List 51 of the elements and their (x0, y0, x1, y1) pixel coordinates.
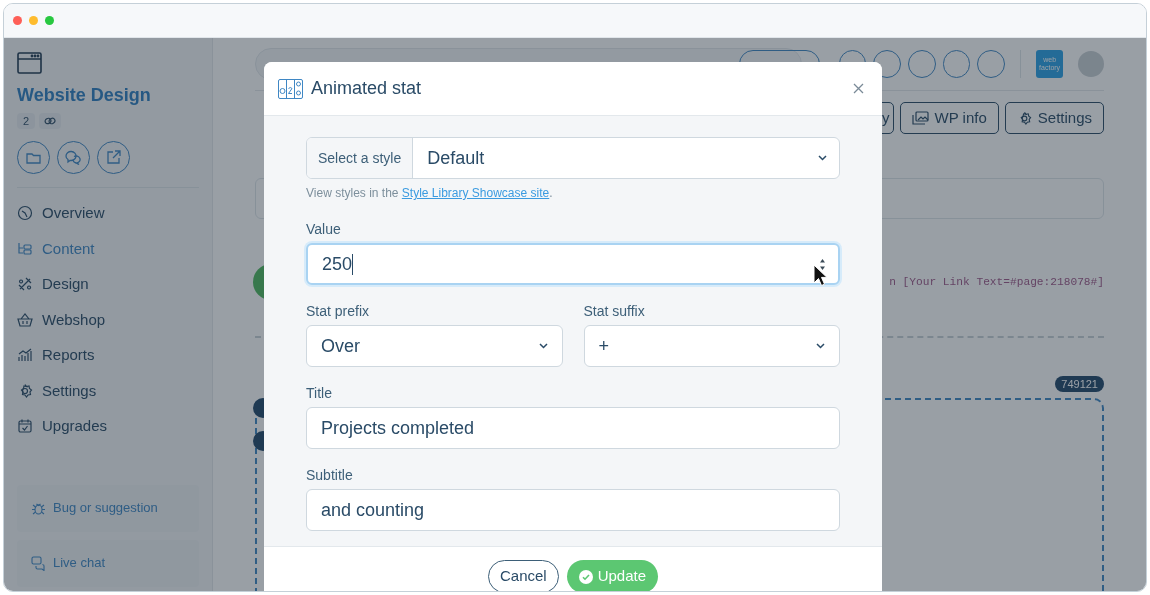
text-cursor (352, 253, 354, 275)
nav-item[interactable]: Webshop (17, 308, 199, 331)
toolbar-button[interactable]: Settings (1004, 102, 1104, 134)
help-text: View styles in the Style Library Showcase site. (306, 185, 554, 202)
field-label: Value (306, 220, 342, 239)
style-select[interactable]: Select a style Default (306, 137, 840, 179)
block-id-badge: 749121 (1055, 376, 1104, 392)
field-label: Title (306, 384, 333, 403)
field-label: Stat prefix (306, 302, 371, 321)
value-field[interactable]: 250 (306, 243, 840, 285)
chevron-down-icon (538, 343, 548, 349)
avatar[interactable] (1078, 50, 1105, 77)
chat-bubbles-icon (65, 150, 82, 165)
folder-icon (26, 151, 41, 164)
mouse-pointer-icon (813, 264, 828, 287)
counter-icon (278, 78, 303, 99)
prefix-select[interactable]: Over (306, 325, 563, 367)
tree-icon (17, 240, 33, 257)
nav-item[interactable]: Overview (17, 202, 199, 225)
external-link-icon (106, 150, 121, 165)
browser-window-icon (17, 52, 42, 74)
field-label: Stat suffix (583, 302, 646, 321)
chat-bubbles-icon (31, 555, 46, 571)
basket-icon (17, 311, 33, 328)
nav-item[interactable]: Upgrades (17, 415, 199, 438)
update-button[interactable]: Update (566, 560, 659, 591)
project-title: Website Design (17, 84, 152, 107)
cancel-button[interactable]: Cancel (487, 560, 559, 591)
nav-item[interactable]: Reports (17, 344, 199, 367)
nav-item[interactable]: Content (17, 237, 199, 260)
link-code: n [Your Link Text=#page:218078#] (889, 274, 1104, 290)
chevron-down-icon (816, 343, 825, 349)
nav-item[interactable]: Settings (17, 379, 199, 402)
images-icon (911, 111, 929, 125)
link-icon (44, 116, 57, 126)
nav-item[interactable]: Design (17, 273, 199, 296)
check-circle-icon (578, 569, 593, 584)
calendar-check-icon (17, 418, 33, 435)
count-badge: 2 (17, 113, 36, 129)
suffix-select[interactable]: + (583, 325, 840, 367)
chart-icon (17, 347, 33, 364)
chevron-down-icon (818, 155, 827, 161)
pencil-ruler-icon (17, 276, 33, 293)
link-badge[interactable] (39, 113, 62, 129)
close-icon[interactable] (853, 83, 864, 94)
toolbar-button[interactable]: WP info (899, 102, 999, 134)
subtitle-field[interactable]: and counting (306, 489, 840, 531)
title-field[interactable]: Projects completed (306, 407, 840, 449)
dial-icon (17, 205, 33, 222)
field-label: Subtitle (306, 466, 354, 485)
dialog-title: Animated stat (311, 77, 422, 100)
